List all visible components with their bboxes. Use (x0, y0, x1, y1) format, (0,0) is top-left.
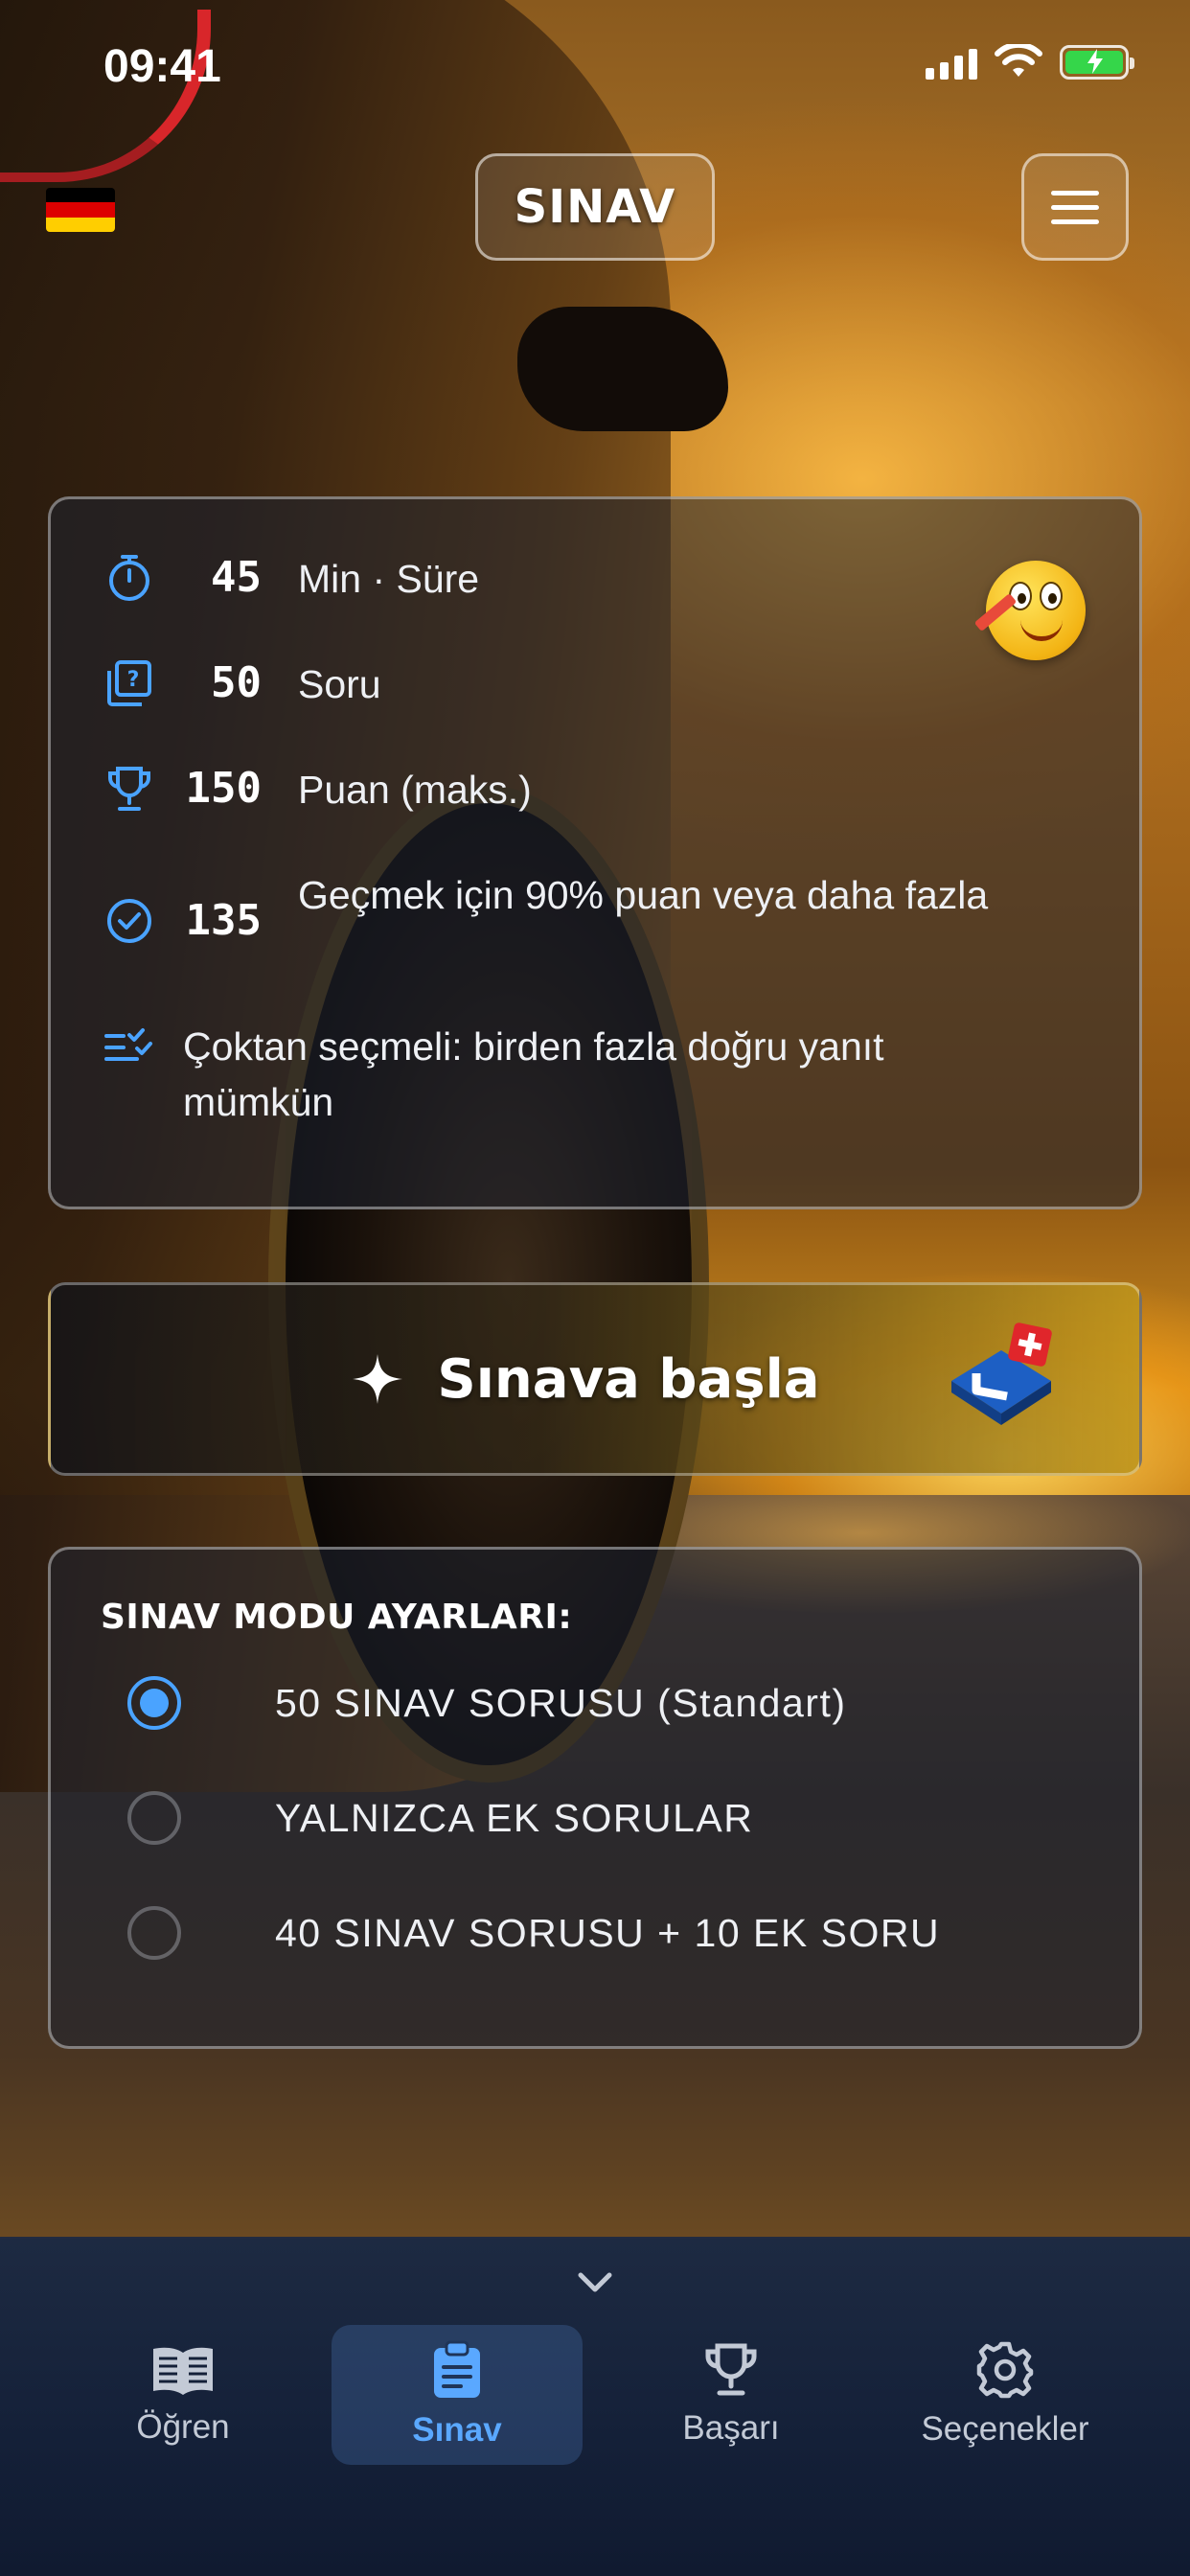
questions-label: Soru (298, 662, 381, 706)
svg-text:?: ? (127, 668, 140, 692)
gear-icon (976, 2341, 1034, 2399)
duration-label: Min · Süre (298, 557, 480, 601)
questions-value: 50 (211, 658, 262, 707)
pass-value: 135 (185, 896, 262, 945)
flag-stripe-gold (46, 217, 115, 232)
radio-unselected-icon[interactable] (127, 1906, 181, 1960)
multiple-choice-label: Çoktan seçmeli: birden fazla doğru yanıt… (183, 1024, 884, 1124)
option-standard[interactable]: 50 SINAV SORUSU (Standart) (127, 1676, 846, 1730)
info-row-questions: ? 50 Soru (103, 656, 381, 712)
info-row-multiple-choice: Çoktan seçmeli: birden fazla doğru yanıt… (103, 1019, 1045, 1130)
bottom-navigation: Öğren Sınav Başarı Seçenekler (0, 2237, 1190, 2576)
nav-item-learn[interactable]: Öğren (57, 2325, 309, 2465)
nav-label-learn: Öğren (136, 2408, 230, 2446)
option-mixed-label: 40 SINAV SORUSU + 10 EK SORU (275, 1910, 941, 1955)
flag-stripe-red (46, 202, 115, 218)
start-exam-button[interactable]: Sınava başla (48, 1282, 1142, 1476)
stopwatch-icon (103, 551, 156, 605)
battery-charging-icon (1060, 45, 1134, 80)
radio-unselected-icon[interactable] (127, 1791, 181, 1845)
status-icons (926, 44, 1134, 80)
checklist-icon (103, 1019, 156, 1072)
hamburger-menu-icon[interactable] (1021, 153, 1129, 261)
trophy-icon (705, 2343, 757, 2396)
duration-value: 45 (211, 553, 262, 602)
signal-icon (926, 45, 977, 80)
info-row-points: 150 Puan (maks.) (103, 762, 532, 817)
exam-mode-settings-card: SINAV MODU AYARLARI: 50 SINAV SORUSU (St… (48, 1547, 1142, 2049)
language-flag[interactable] (46, 188, 115, 232)
page-title: SINAV (475, 153, 715, 261)
book-icon (153, 2347, 213, 2395)
flag-stripe-black (46, 188, 115, 203)
swiss-driving-logo (951, 1322, 1052, 1425)
sparkle-icon (353, 1354, 403, 1404)
nav-item-achievements[interactable]: Başarı (606, 2325, 857, 2465)
thinking-emoji-icon (973, 561, 1086, 660)
pass-label: Geçmek için 90% puan veya daha fazla (298, 873, 989, 917)
trophy-icon (103, 762, 156, 816)
question-box-icon: ? (103, 656, 156, 710)
info-row-duration: 45 Min · Süre (103, 551, 479, 607)
start-exam-label: Sınava başla (437, 1347, 820, 1411)
background-mirror (517, 307, 728, 431)
points-value: 150 (185, 764, 262, 813)
info-row-pass: 135 Geçmek için 90% puan veya daha fazla (103, 867, 1007, 948)
nav-item-exam[interactable]: Sınav (332, 2325, 583, 2465)
radio-selected-icon[interactable] (127, 1676, 181, 1730)
nav-item-options[interactable]: Seçenekler (880, 2325, 1131, 2465)
option-standard-label: 50 SINAV SORUSU (Standart) (275, 1680, 847, 1725)
nav-label-exam: Sınav (412, 2411, 502, 2449)
nav-label-options: Seçenekler (921, 2410, 1089, 2448)
check-circle-icon (103, 894, 156, 948)
option-extra-only-label: YALNIZCA EK SORULAR (275, 1795, 754, 1840)
exam-info-card: 45 Min · Süre ? 50 Soru 150 Puan (maks.) (48, 496, 1142, 1209)
option-mixed[interactable]: 40 SINAV SORUSU + 10 EK SORU (127, 1906, 940, 1960)
wifi-icon (995, 44, 1042, 77)
clipboard-icon (434, 2340, 480, 2398)
option-extra-only[interactable]: YALNIZCA EK SORULAR (127, 1791, 753, 1845)
status-time: 09:41 (103, 41, 221, 92)
nav-label-achievements: Başarı (682, 2409, 780, 2447)
chevron-down-icon[interactable] (573, 2266, 617, 2300)
settings-title: SINAV MODU AYARLARI: (101, 1598, 573, 1637)
points-label: Puan (maks.) (298, 768, 532, 812)
